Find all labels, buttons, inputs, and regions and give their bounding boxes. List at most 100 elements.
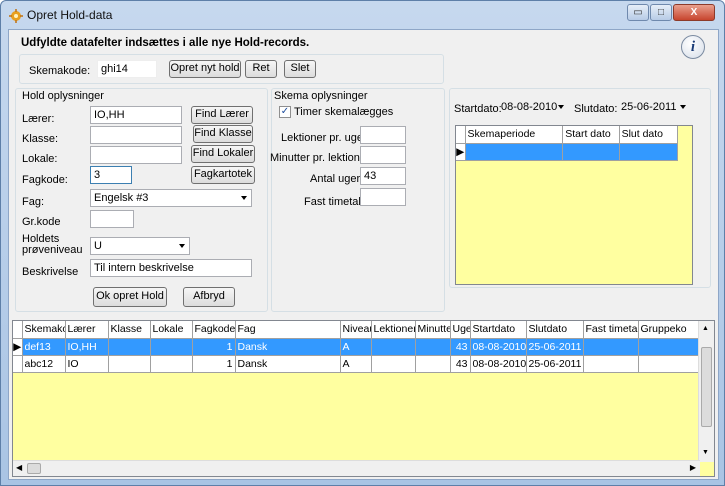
table-row[interactable]: ▶ bbox=[456, 143, 679, 161]
fast-timetal-label: Fast timetal: bbox=[304, 196, 364, 208]
table-cell[interactable] bbox=[415, 338, 451, 356]
fag-value: Engelsk #3 bbox=[94, 192, 149, 204]
periode-col-header[interactable]: Start dato bbox=[562, 126, 620, 144]
ok-opret-hold-button[interactable]: Ok opret Hold bbox=[93, 287, 167, 307]
table-cell[interactable] bbox=[150, 355, 193, 373]
table-cell[interactable]: Dansk bbox=[235, 355, 341, 373]
klasse-label: Klasse: bbox=[22, 133, 59, 145]
hold-grid-col-header[interactable]: Lektioner bbox=[371, 321, 416, 339]
horizontal-scroll-thumb[interactable] bbox=[27, 463, 41, 474]
table-cell[interactable]: 43 bbox=[450, 338, 471, 356]
hold-grid[interactable]: SkemakodeLærerKlasseLokaleFagkodeFagNive… bbox=[12, 320, 715, 477]
timer-checkbox[interactable]: ✓ bbox=[279, 106, 291, 118]
hold-grid-col-header[interactable]: Lærer bbox=[65, 321, 109, 339]
hold-grid-col-header[interactable]: Minutter bbox=[415, 321, 451, 339]
startdato-select[interactable]: 08-08-2010 bbox=[498, 99, 568, 117]
vertical-scrollbar[interactable]: ▲ ▼ bbox=[698, 321, 714, 462]
close-icon: X bbox=[690, 7, 698, 18]
scroll-left-icon[interactable]: ◀ bbox=[16, 463, 22, 472]
table-cell[interactable]: 08-08-2010 bbox=[470, 338, 527, 356]
hold-grid-col-header[interactable]: Startdato bbox=[470, 321, 527, 339]
scroll-up-icon[interactable]: ▲ bbox=[702, 325, 709, 332]
antal-uger-input[interactable]: 43 bbox=[360, 167, 406, 185]
chevron-down-icon bbox=[558, 105, 564, 109]
fast-timetal-input[interactable] bbox=[360, 188, 406, 206]
hold-grid-col-header[interactable]: Klasse bbox=[108, 321, 151, 339]
table-cell[interactable]: abc12 bbox=[22, 355, 66, 373]
info-icon[interactable]: i bbox=[681, 35, 705, 59]
afbryd-button[interactable]: Afbryd bbox=[183, 287, 235, 307]
table-cell[interactable] bbox=[638, 355, 702, 373]
maximize-button[interactable]: □ bbox=[650, 4, 672, 21]
slutdato-select[interactable]: 25-06-2011 bbox=[618, 99, 690, 117]
title-bar[interactable]: Opret Hold-data ▭ □ X bbox=[1, 1, 724, 29]
klasse-input[interactable] bbox=[90, 126, 182, 144]
hold-grid-col-header[interactable]: Skemakode bbox=[22, 321, 66, 339]
table-cell[interactable] bbox=[415, 355, 451, 373]
startdato-label: Startdato: bbox=[454, 103, 502, 115]
hold-grid-col-header[interactable]: Niveau bbox=[340, 321, 372, 339]
table-cell[interactable]: def13 bbox=[22, 338, 66, 356]
table-cell[interactable]: IO,HH bbox=[65, 338, 109, 356]
table-cell[interactable]: 08-08-2010 bbox=[470, 355, 527, 373]
hold-grid-col-header[interactable]: Fag bbox=[235, 321, 341, 339]
hold-grid-col-header[interactable]: Gruppeko bbox=[638, 321, 702, 339]
hold-grid-col-header[interactable]: Slutdato bbox=[526, 321, 584, 339]
table-cell[interactable] bbox=[583, 355, 639, 373]
ret-button[interactable]: Ret bbox=[245, 60, 277, 78]
periode-col-header[interactable]: Slut dato bbox=[619, 126, 679, 144]
periode-col-header[interactable]: Skemaperiode bbox=[465, 126, 564, 144]
niveau-label-line2: prøveniveau bbox=[22, 244, 83, 256]
horizontal-scrollbar[interactable]: ◀ ▶ bbox=[13, 460, 700, 476]
table-cell[interactable] bbox=[638, 338, 702, 356]
table-cell[interactable]: A bbox=[340, 338, 372, 356]
table-cell[interactable] bbox=[108, 338, 151, 356]
table-cell[interactable] bbox=[371, 338, 416, 356]
hold-grid-col-header[interactable]: Lokale bbox=[150, 321, 193, 339]
hold-grid-corner bbox=[13, 321, 23, 339]
beskrivelse-label: Beskrivelse bbox=[22, 266, 79, 278]
grkode-input[interactable] bbox=[90, 210, 134, 228]
table-row[interactable]: abc12 IO 1 Dansk A 43 08-08-2010 25-06-2011 bbox=[13, 355, 702, 373]
minimize-button[interactable]: ▭ bbox=[627, 4, 649, 21]
table-cell[interactable]: IO bbox=[65, 355, 109, 373]
vertical-scroll-thumb[interactable] bbox=[701, 347, 712, 427]
table-row[interactable]: ▶ def13 IO,HH 1 Dansk A 43 08-08-2010 25-06-2011 bbox=[13, 338, 702, 356]
row-pointer-icon[interactable]: ▶ bbox=[13, 338, 23, 356]
table-cell[interactable]: 1 bbox=[192, 355, 236, 373]
find-lokaler-button[interactable]: Find Lokaler bbox=[191, 145, 255, 163]
hold-grid-col-header[interactable]: Fast timetal bbox=[583, 321, 639, 339]
find-laerer-button[interactable]: Find Lærer bbox=[191, 106, 253, 124]
niveau-select[interactable]: U bbox=[90, 237, 190, 255]
periode-grid[interactable]: Skemaperiode Start dato Slut dato ▶ bbox=[455, 125, 693, 285]
table-cell[interactable]: 25-06-2011 bbox=[526, 355, 584, 373]
hold-grid-col-header[interactable]: Fagkode bbox=[192, 321, 236, 339]
scroll-down-icon[interactable]: ▼ bbox=[702, 449, 709, 456]
table-cell[interactable] bbox=[583, 338, 639, 356]
lektioner-input[interactable] bbox=[360, 126, 406, 144]
table-cell[interactable] bbox=[371, 355, 416, 373]
close-button[interactable]: X bbox=[673, 4, 715, 21]
scroll-right-icon[interactable]: ▶ bbox=[690, 463, 696, 472]
row-header[interactable] bbox=[13, 355, 23, 373]
laerer-input[interactable]: IO,HH bbox=[90, 106, 182, 124]
opret-nyt-hold-button[interactable]: Opret nyt hold bbox=[169, 60, 241, 78]
table-cell[interactable]: A bbox=[340, 355, 372, 373]
table-cell[interactable]: Dansk bbox=[235, 338, 341, 356]
find-klasse-button[interactable]: Find Klasse bbox=[193, 125, 253, 143]
table-cell[interactable]: 1 bbox=[192, 338, 236, 356]
beskrivelse-input[interactable]: Til intern beskrivelse bbox=[90, 259, 252, 277]
table-cell[interactable] bbox=[108, 355, 151, 373]
skema-group: Skema oplysninger ✓ Timer skemalægges Le… bbox=[270, 88, 445, 312]
skemakode-input[interactable]: ghi14 bbox=[97, 60, 157, 78]
lokale-input[interactable] bbox=[90, 146, 182, 164]
table-cell[interactable]: 43 bbox=[450, 355, 471, 373]
fagkartotek-button[interactable]: Fagkartotek bbox=[191, 166, 255, 184]
fagkode-input[interactable]: 3 bbox=[90, 166, 132, 184]
table-cell[interactable] bbox=[150, 338, 193, 356]
hold-grid-col-header[interactable]: Uger bbox=[450, 321, 471, 339]
fag-select[interactable]: Engelsk #3 bbox=[90, 189, 252, 207]
table-cell[interactable]: 25-06-2011 bbox=[526, 338, 584, 356]
minutter-input[interactable] bbox=[360, 146, 406, 164]
slet-button[interactable]: Slet bbox=[284, 60, 316, 78]
